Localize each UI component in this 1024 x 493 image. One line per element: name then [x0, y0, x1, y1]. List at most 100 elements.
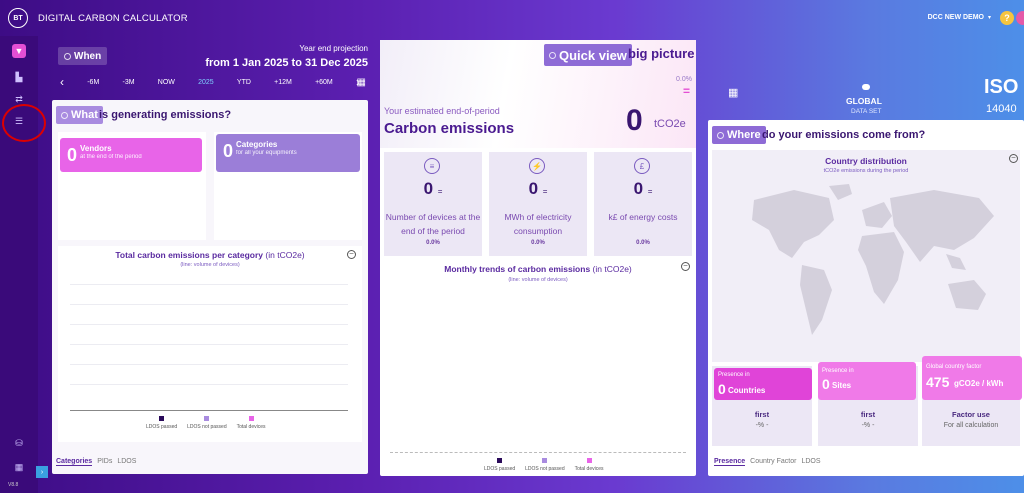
timeline-item[interactable]: YTD [237, 79, 251, 86]
collapse-icon[interactable]: − [681, 262, 690, 271]
tab-ldos[interactable]: LDOS [117, 458, 136, 466]
timeline-item[interactable]: +12M [274, 79, 292, 86]
quick-view-label: Quick view [559, 47, 627, 63]
legend-label: LDOS not passed [187, 424, 227, 430]
vendors-title: Vendors [80, 144, 112, 153]
quick-view-panel: Quick view big picture 0.0% = Your estim… [380, 40, 696, 476]
categories-card[interactable]: 0 Categories for all your equipments [216, 134, 360, 172]
factor-label: Global country factor [926, 364, 982, 370]
collapse-icon[interactable]: − [1009, 154, 1018, 163]
right-tabs: Presence Country Factor LDOS [714, 458, 821, 466]
legend-item[interactable]: Total devices [575, 458, 604, 472]
category-chart-title: Total carbon emissions per category (in … [58, 250, 362, 260]
sites-first: first [860, 410, 876, 419]
grid-icon[interactable]: ▦ [12, 460, 26, 474]
kpi-pct: 0.0% [636, 240, 650, 246]
change-pct: 0.0% [676, 76, 692, 83]
top-bar: BT DIGITAL CARBON CALCULATOR DCC NEW DEM… [0, 0, 1024, 36]
monthly-chart-sub: (line: volume of devices) [508, 277, 568, 283]
map-sub: tCO2e emissions during the period [823, 168, 909, 174]
kpi-eq: = [437, 187, 443, 196]
calendar-icon[interactable]: ▦ [728, 86, 738, 99]
help-icon[interactable]: ? [1000, 11, 1014, 25]
legend-item[interactable]: LDOS not passed [525, 458, 565, 472]
category-chart-sub: (line: volume of devices) [180, 262, 240, 268]
kpi-pct: 0.0% [531, 240, 545, 246]
vendors-card[interactable]: 0 Vendors at the end of the period [60, 138, 202, 172]
what-label: What [71, 109, 98, 121]
kpi-label: k£ of energy costs [608, 212, 678, 222]
chart-title-text: Total carbon emissions per category [115, 250, 264, 260]
timeline-item-active[interactable]: 2025 [198, 79, 214, 86]
calendar-icon[interactable]: ▦ [357, 77, 366, 88]
categories-title: Categories [236, 140, 278, 149]
world-map[interactable] [734, 180, 1004, 340]
projection-label: Year end projection [299, 44, 368, 53]
timeline-item[interactable]: +60M [315, 79, 333, 86]
sites-value: 0 [822, 376, 830, 392]
info-icon [61, 111, 68, 119]
kpi-label: Number of devices at the end of the peri… [385, 212, 481, 236]
bt-logo[interactable]: BT [8, 8, 28, 28]
tab-ldos[interactable]: LDOS [801, 458, 820, 466]
factor-value: 475 [926, 374, 950, 390]
pound-icon: £ [634, 158, 650, 174]
africa-shape [858, 232, 904, 304]
categories-value: 0 [223, 141, 234, 161]
timeline-item[interactable]: -6M [87, 79, 99, 86]
tab-pids[interactable]: PIDs [97, 458, 112, 466]
tab-presence[interactable]: Presence [714, 458, 746, 466]
south-america-shape [800, 265, 832, 335]
highlight-circle [2, 104, 46, 142]
gridline [70, 284, 348, 285]
sites-card[interactable]: Presence in 0 Sites [818, 362, 916, 400]
notification-icon[interactable] [1016, 11, 1024, 25]
legend-item[interactable]: Total devices [237, 416, 266, 430]
info-icon [549, 51, 556, 59]
gridline [70, 324, 348, 325]
legend-item[interactable]: LDOS passed [146, 416, 177, 430]
timeline-item[interactable]: -3M [123, 79, 135, 86]
gridline [70, 384, 348, 385]
category-chart: Total carbon emissions per category (in … [58, 246, 362, 442]
map-title: Country distribution [825, 156, 907, 166]
user-menu[interactable]: DCC NEW DEMO [928, 14, 984, 21]
greenland-shape [829, 184, 852, 200]
kpi-eq: = [542, 187, 548, 196]
gridline [70, 344, 348, 345]
sites-label: Presence in [822, 368, 854, 374]
factor-card[interactable]: Global country factor 475 gCO2e / kWh [922, 356, 1022, 400]
where-tab: Where [712, 126, 766, 144]
kpi-value: 0 [633, 179, 644, 198]
x-axis [390, 452, 686, 453]
toggle-icon[interactable] [862, 84, 870, 90]
info-icon [64, 52, 71, 60]
change-eq: = [682, 84, 690, 98]
chart-title-unit: (in tCO2e) [592, 264, 632, 274]
database-icon[interactable]: ⛁ [12, 436, 26, 450]
timeline-item[interactable]: NOW [158, 79, 175, 86]
filter-icon[interactable]: ▼ [12, 44, 26, 58]
timeline-prev[interactable]: ‹ [60, 75, 64, 89]
what-heading: is generating emissions? [99, 109, 232, 121]
category-legend: LDOS passed LDOS not passed Total device… [146, 416, 266, 430]
collapse-icon[interactable]: − [347, 250, 356, 259]
lightning-icon: ⚡ [529, 158, 545, 174]
kpi-value-row: 0 = [384, 179, 482, 199]
kpi-value-row: 0 = [594, 179, 692, 199]
timeline: ‹ -6M -3M NOW 2025 YTD +12M +60M › [60, 75, 360, 89]
estimated-label: Your estimated end-of-period [384, 106, 500, 116]
countries-pct: -% - [755, 422, 769, 429]
tab-country-factor[interactable]: Country Factor [750, 458, 796, 466]
legend-label: Total devices [236, 424, 266, 430]
factor-sub: For all calculation [943, 422, 999, 429]
legend-item[interactable]: LDOS not passed [187, 416, 227, 430]
countries-card[interactable]: Presence in 0 Countries [714, 368, 812, 400]
tab-categories[interactable]: Categories [56, 458, 93, 466]
vendors-value: 0 [67, 145, 78, 165]
expand-sidebar-button[interactable]: › [36, 466, 48, 478]
chevron-down-icon[interactable]: ▾ [988, 14, 991, 21]
chart-icon[interactable]: ▙ [12, 70, 26, 84]
sites-pct: -% - [861, 422, 875, 429]
legend-item[interactable]: LDOS passed [484, 458, 515, 472]
